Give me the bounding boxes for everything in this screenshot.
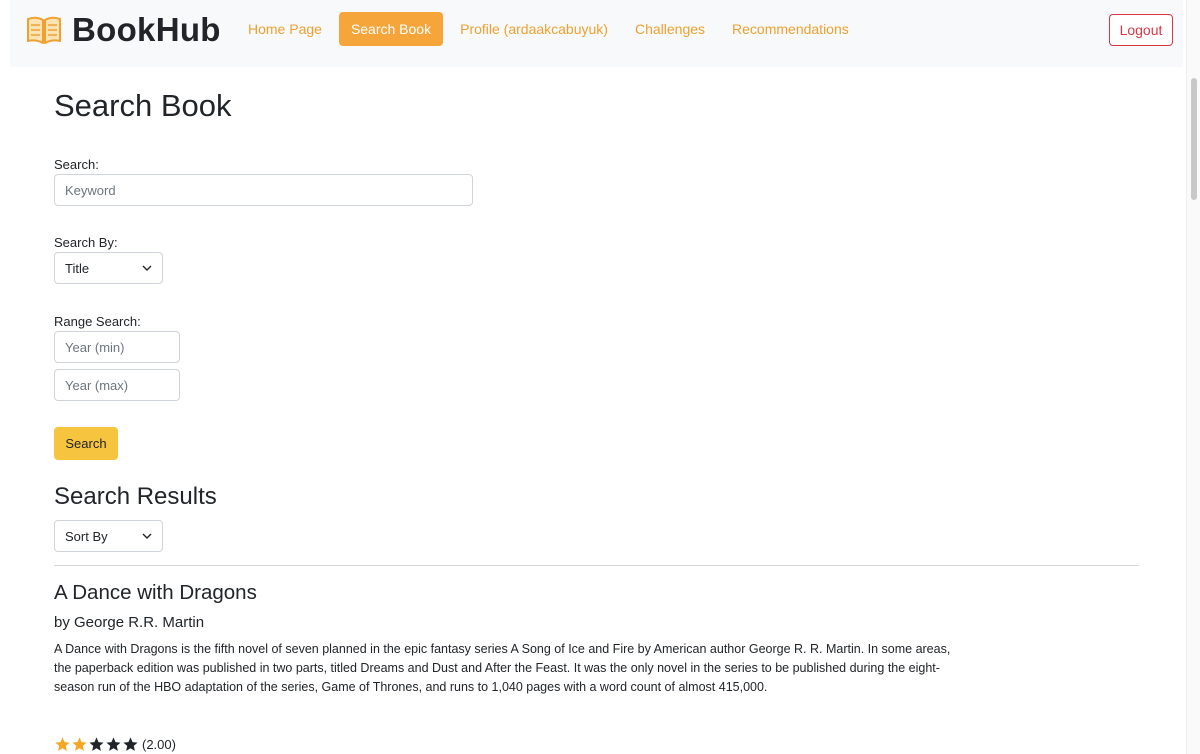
brand-name: BookHub bbox=[72, 11, 221, 48]
search-results-title: Search Results bbox=[54, 483, 217, 510]
chevron-down-icon bbox=[142, 533, 152, 539]
sort-by-value: Sort By bbox=[65, 528, 108, 544]
year-max-input[interactable]: Year (max) bbox=[54, 369, 180, 401]
search-by-select[interactable]: Title bbox=[54, 252, 163, 284]
year-min-placeholder: Year (min) bbox=[65, 339, 125, 355]
nav-profile[interactable]: Profile (ardaakcabuyuk) bbox=[450, 12, 618, 46]
rating-value: (2.00) bbox=[142, 737, 176, 752]
search-placeholder: Keyword bbox=[65, 182, 116, 198]
nav-links: Home Page Search Book Profile (ardaakcab… bbox=[238, 12, 866, 46]
scrollbar-thumb[interactable] bbox=[1191, 78, 1197, 200]
nav-challenges[interactable]: Challenges bbox=[625, 12, 715, 46]
star-icon bbox=[106, 737, 121, 751]
logout-button[interactable]: Logout bbox=[1109, 14, 1173, 46]
sort-by-select[interactable]: Sort By bbox=[54, 520, 163, 552]
search-by-value: Title bbox=[65, 260, 90, 276]
search-label: Search: bbox=[54, 157, 99, 172]
search-input[interactable]: Keyword bbox=[54, 174, 473, 206]
rating-stars bbox=[54, 736, 139, 753]
search-by-label: Search By: bbox=[54, 235, 118, 250]
book-title[interactable]: A Dance with Dragons bbox=[54, 581, 257, 605]
nav-search-book[interactable]: Search Book bbox=[338, 12, 444, 46]
page-title: Search Book bbox=[54, 88, 232, 123]
star-icon bbox=[123, 737, 138, 751]
range-search-label: Range Search: bbox=[54, 314, 141, 329]
nav-home-page[interactable]: Home Page bbox=[238, 12, 332, 46]
open-book-icon bbox=[27, 16, 61, 44]
chevron-down-icon bbox=[142, 265, 152, 271]
navbar: BookHub Home Page Search Book Profile (a… bbox=[10, 0, 1183, 67]
year-min-input[interactable]: Year (min) bbox=[54, 331, 180, 363]
year-max-placeholder: Year (max) bbox=[65, 377, 129, 393]
star-icon bbox=[55, 737, 70, 751]
star-icon bbox=[89, 737, 104, 751]
nav-recommendations[interactable]: Recommendations bbox=[722, 12, 859, 46]
results-divider bbox=[54, 565, 1139, 566]
star-icon bbox=[72, 737, 87, 751]
book-rating: (2.00) bbox=[54, 736, 176, 753]
search-button[interactable]: Search bbox=[54, 427, 118, 460]
brand[interactable]: BookHub bbox=[26, 10, 221, 50]
scrollbar[interactable] bbox=[1186, 0, 1200, 754]
book-author: by George R.R. Martin bbox=[54, 614, 205, 631]
book-description: A Dance with Dragons is the fifth novel … bbox=[54, 642, 951, 694]
